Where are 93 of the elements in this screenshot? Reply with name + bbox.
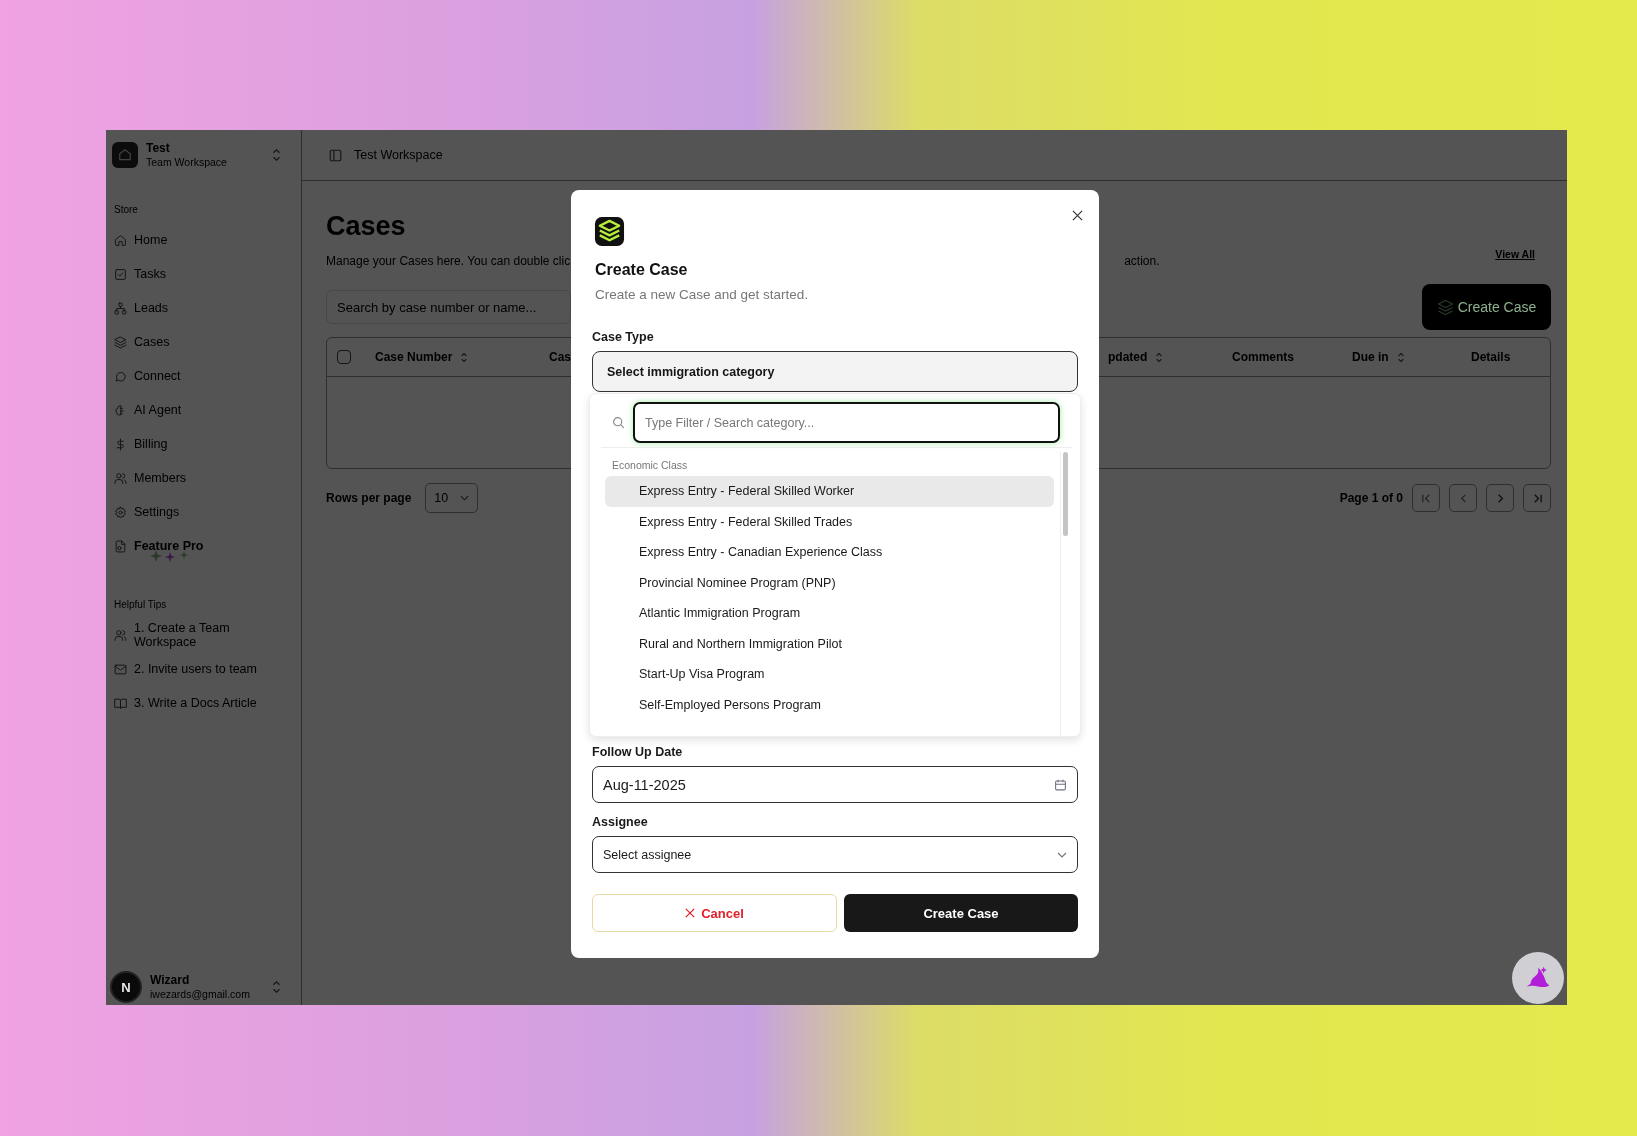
sidebar-item[interactable]: Leads [112,291,295,325]
close-icon[interactable] [1072,210,1083,221]
search-icon [612,416,625,429]
option-item[interactable]: Start-Up Visa Program [605,659,1054,690]
rows-per-page-label: Rows per page [326,491,412,505]
gear-icon [114,505,127,519]
sidebar-item[interactable]: Members [112,461,295,495]
column-header: Cas [549,350,571,364]
dollar-icon [114,437,127,451]
option-item[interactable]: Provincial Nominee Program (PNP) [605,567,1054,598]
group-heading: Economic Class [611,458,689,473]
rows-per-page-select[interactable]: 10 [425,483,479,513]
sidebar-item[interactable]: 3. Write a Docs Article [112,686,295,720]
page-description: action. [1124,254,1160,268]
option-item[interactable]: Express Entry - Canadian Experience Class [605,537,1054,568]
sidebar-item[interactable]: Home [112,223,295,257]
workspace-logo-icon [112,142,138,168]
page-indicator: Page 1 of 0 [1339,491,1403,505]
page-title: Cases [326,211,406,242]
layers-logo-icon [594,216,625,247]
sidebar-item[interactable]: Settings [112,495,295,529]
first-page-button[interactable] [1412,484,1440,512]
sidebar-item[interactable]: Connect [112,359,295,393]
assistant-button[interactable] [1512,952,1564,1004]
page-description: Manage your Cases here. You can double clic [326,254,571,268]
workspace-subtitle: Team Workspace [146,155,228,168]
workspace-title: Test Workspace [354,148,443,162]
view-all-link[interactable]: View All [1495,248,1535,260]
user-name: Wizard [150,974,191,988]
last-page-button[interactable] [1523,484,1551,512]
layers-icon [114,335,127,349]
next-page-button[interactable] [1486,484,1514,512]
sidebar-item[interactable]: Feature Pro [112,529,295,563]
dialog-subtitle: Create a new Case and get started. [595,287,810,302]
section-title: Helpful Tips [114,599,168,610]
column-header[interactable]: pdated [1108,350,1164,364]
sidebar-item[interactable]: Tasks [112,257,295,291]
create-case-button[interactable]: Create Case [844,894,1078,932]
chevrons-up-down-icon[interactable] [272,980,281,994]
option-item[interactable]: Express Entry - Federal Skilled Trades [605,506,1054,537]
select-all-checkbox[interactable] [337,350,351,364]
field-label: Case Type [592,330,655,344]
mail-icon [114,662,127,676]
sidebar-item[interactable]: 2. Invite users to team [112,652,295,686]
user-email: iwezards@gmail.com [150,987,251,1000]
book-icon [114,696,127,710]
workspace-name: Test [146,142,171,156]
calendar-icon[interactable] [1054,777,1067,792]
filter-input[interactable]: Type Filter / Search category... [633,402,1060,443]
column-header[interactable]: Due in [1352,350,1405,364]
option-item[interactable]: Rural and Northern Immigration Pilot [605,628,1054,659]
option-item[interactable]: Self-Employed Persons Program [605,689,1054,720]
column-header[interactable]: Case Number [375,350,469,364]
last-page-icon [1531,492,1543,504]
field-label: Follow Up Date [592,745,684,759]
assignee-select[interactable]: Select assignee [592,836,1078,873]
previous-page-button[interactable] [1449,484,1477,512]
cancel-button[interactable]: Cancel [592,894,837,932]
sidebar-item[interactable]: AI Agent [112,393,295,427]
scrollbar[interactable] [1060,452,1070,736]
avatar: N [110,971,142,1003]
option-item[interactable]: Atlantic Immigration Program [605,598,1054,629]
document-icon [114,539,127,553]
option-item[interactable]: Express Entry - Federal Skilled Worker [605,476,1054,507]
users-icon [114,628,127,642]
layers-icon [1436,298,1454,316]
sort-icon[interactable] [1155,350,1164,364]
chevron-down-icon [460,495,470,501]
sidebar-item[interactable]: Billing [112,427,295,461]
date-field[interactable]: Aug-11-2025 [592,766,1078,803]
chevrons-up-down-icon[interactable] [272,148,281,162]
sidebar-item[interactable]: Cases [112,325,295,359]
brain-icon [114,403,127,417]
search-field[interactable]: Search by case number or name... [326,290,571,324]
close-icon [685,908,696,918]
sidebar-toggle-icon[interactable] [329,148,342,162]
section-title: Store [114,204,139,215]
column-header: Comments [1232,350,1294,364]
create-case-button[interactable]: Create Case [1422,284,1551,330]
chat-bubble-icon [114,369,127,383]
home-icon [114,233,127,247]
column-header: Details [1471,350,1511,364]
sidebar-item[interactable]: 1. Create a Team Workspace [112,618,295,652]
dialog-title: Create Case [595,261,689,279]
first-page-icon [1420,492,1432,504]
sort-icon[interactable] [1396,350,1405,364]
chevron-down-icon [1057,851,1067,858]
users-icon [114,471,127,485]
hierarchy-icon [114,301,127,315]
case-type-select[interactable]: Select immigration category [592,351,1078,392]
sort-icon[interactable] [460,350,469,364]
checkbox-icon [114,267,127,281]
field-label: Assignee [592,815,649,829]
